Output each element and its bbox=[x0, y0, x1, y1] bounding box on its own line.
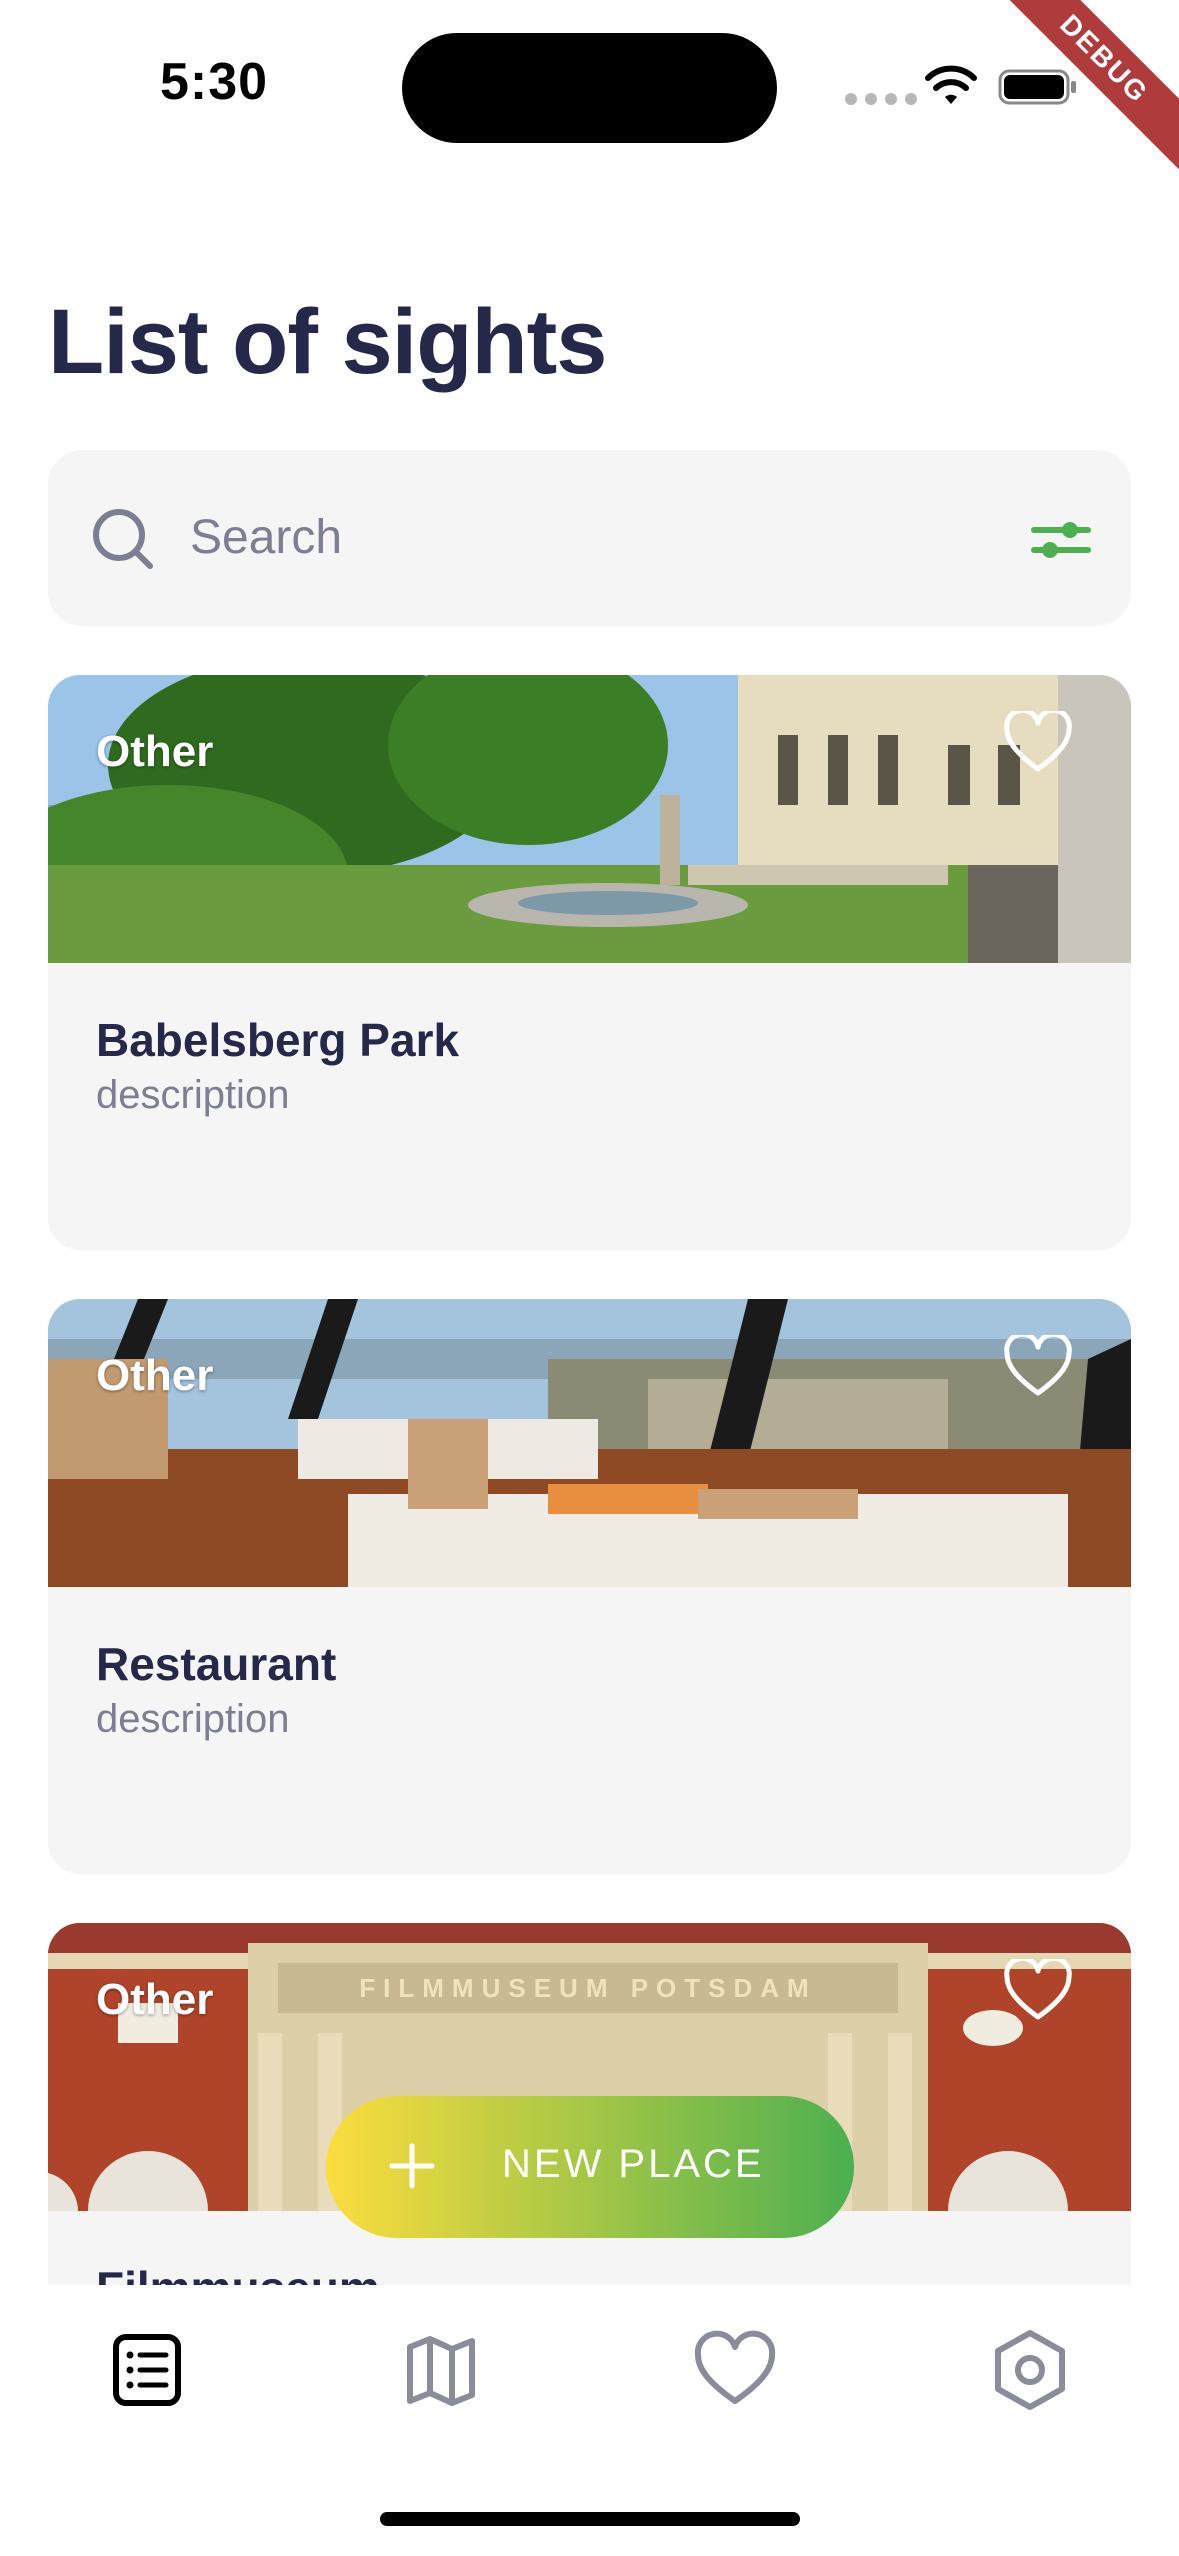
heart-icon[interactable] bbox=[690, 2325, 780, 2415]
sight-card[interactable]: Other Restaurant description bbox=[48, 1299, 1131, 1874]
sight-category: Other bbox=[96, 727, 214, 776]
cellular-signal-icon bbox=[845, 93, 917, 105]
sight-name: Restaurant bbox=[96, 1638, 337, 1690]
map-icon[interactable] bbox=[396, 2325, 486, 2415]
sight-image-restaurant bbox=[48, 1299, 1131, 1587]
sight-description: description bbox=[96, 1073, 290, 1117]
new-place-button[interactable]: NEW PLACE bbox=[326, 2096, 854, 2238]
new-place-label: NEW PLACE bbox=[502, 2142, 765, 2186]
battery-icon bbox=[998, 69, 1076, 105]
heart-outline-icon[interactable] bbox=[1003, 1335, 1073, 1399]
sight-card[interactable]: Other Babelsberg Park description bbox=[48, 675, 1131, 1250]
status-bar: 5:30 DEBUG bbox=[0, 0, 1179, 173]
heart-outline-icon[interactable] bbox=[1003, 1959, 1073, 2023]
dynamic-island bbox=[402, 33, 777, 143]
filmmuseum-sign-text: FILMMUSEUM POTSDAM bbox=[359, 1973, 816, 2003]
sight-name: Filmmuseum bbox=[96, 2261, 380, 2285]
status-time: 5:30 bbox=[160, 53, 269, 111]
filter-sliders-icon[interactable] bbox=[1028, 506, 1094, 572]
heart-outline-icon[interactable] bbox=[1003, 711, 1073, 775]
search-bar[interactable] bbox=[48, 450, 1131, 626]
wifi-icon bbox=[925, 65, 977, 104]
search-icon bbox=[93, 509, 153, 569]
page-title: List of sights bbox=[48, 291, 607, 393]
sight-image-park bbox=[48, 675, 1131, 963]
plus-icon bbox=[389, 2143, 435, 2189]
sight-description: description bbox=[96, 1697, 290, 1741]
sight-category: Other bbox=[96, 1351, 214, 1400]
list-icon[interactable] bbox=[102, 2325, 192, 2415]
settings-icon[interactable] bbox=[985, 2325, 1075, 2415]
sight-name: Babelsberg Park bbox=[96, 1014, 460, 1066]
home-indicator[interactable] bbox=[380, 2512, 800, 2526]
sight-category: Other bbox=[96, 1975, 214, 2024]
search-input[interactable] bbox=[190, 502, 950, 572]
sights-list[interactable]: Other Babelsberg Park description Other bbox=[48, 675, 1131, 2285]
